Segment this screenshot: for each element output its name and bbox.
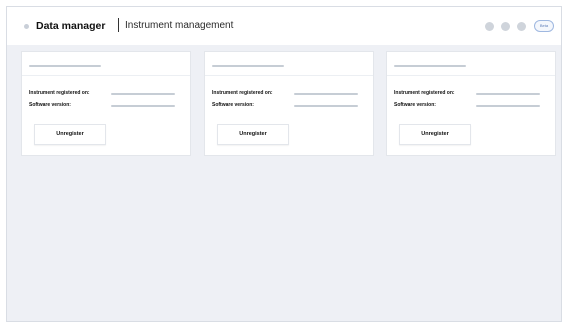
card-header — [205, 52, 373, 76]
title-separator — [118, 18, 119, 32]
beta-badge: Beta — [534, 20, 554, 32]
registered-on-value-placeholder — [111, 93, 175, 95]
registered-on-label: Instrument registered on: — [394, 90, 455, 96]
instrument-card: Instrument registered on: Software versi… — [21, 51, 191, 156]
app-title: Data manager — [36, 20, 106, 32]
software-version-label: Software version: — [29, 102, 71, 108]
software-version-label: Software version: — [394, 102, 436, 108]
software-version-value-placeholder — [111, 105, 175, 107]
software-version-label: Software version: — [212, 102, 254, 108]
card-title-placeholder — [212, 65, 284, 67]
unregister-button[interactable]: Unregister — [399, 124, 471, 145]
main-content: Instrument registered on: Software versi… — [7, 45, 561, 321]
software-version-value-placeholder — [294, 105, 358, 107]
card-title-placeholder — [394, 65, 466, 67]
registered-on-label: Instrument registered on: — [29, 90, 90, 96]
instrument-card: Instrument registered on: Software versi… — [386, 51, 556, 156]
card-title-placeholder — [29, 65, 101, 67]
status-dot-icon[interactable] — [485, 22, 494, 31]
app-header: Data manager Instrument management Beta — [7, 7, 561, 45]
menu-dot-icon[interactable] — [24, 24, 29, 29]
instrument-card: Instrument registered on: Software versi… — [204, 51, 374, 156]
card-header — [22, 52, 190, 76]
app-window: Data manager Instrument management Beta … — [6, 6, 562, 322]
unregister-button[interactable]: Unregister — [217, 124, 289, 145]
unregister-button[interactable]: Unregister — [34, 124, 106, 145]
status-dot-icon[interactable] — [517, 22, 526, 31]
software-version-value-placeholder — [476, 105, 540, 107]
page-title: Instrument management — [125, 20, 234, 31]
status-dot-icon[interactable] — [501, 22, 510, 31]
registered-on-value-placeholder — [476, 93, 540, 95]
card-header — [387, 52, 555, 76]
registered-on-label: Instrument registered on: — [212, 90, 273, 96]
registered-on-value-placeholder — [294, 93, 358, 95]
